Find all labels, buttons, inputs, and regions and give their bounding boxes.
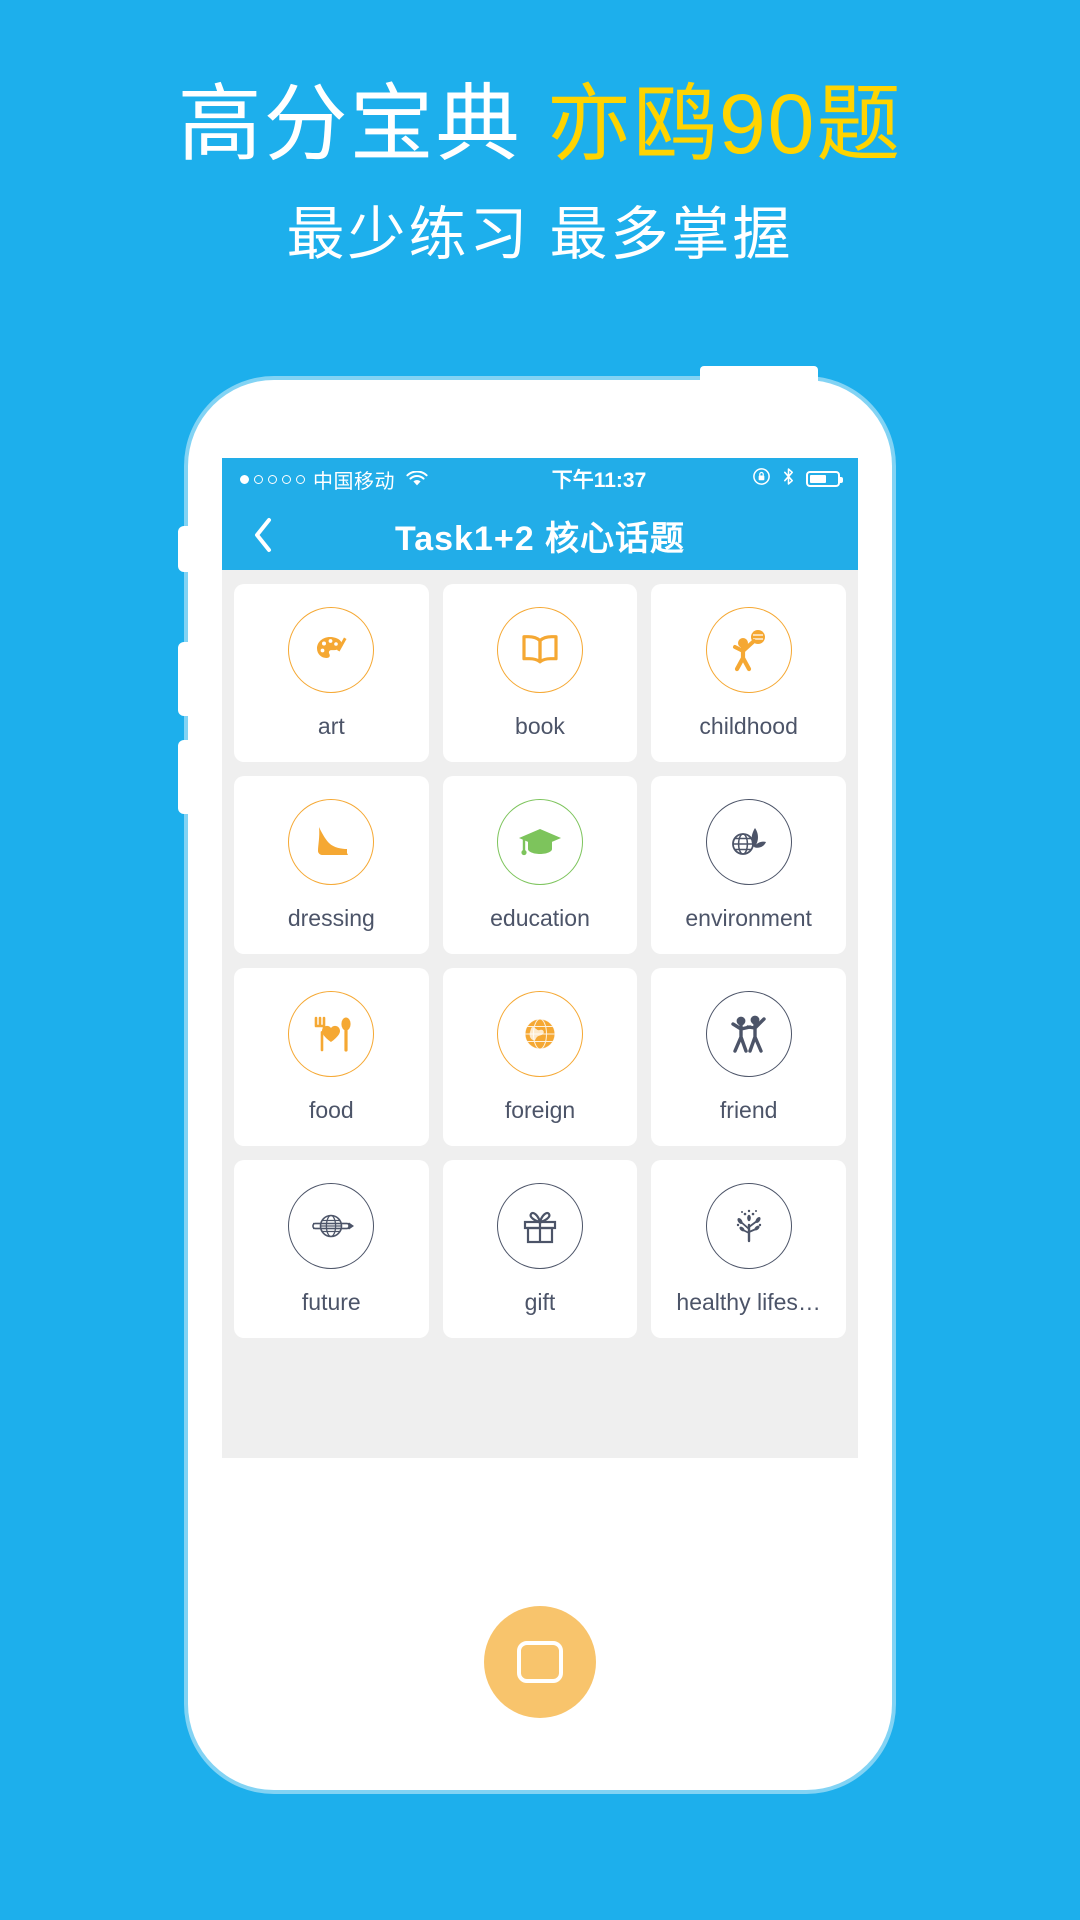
topic-label: childhood	[699, 713, 798, 739]
topic-label: education	[490, 905, 590, 931]
topic-tile-book[interactable]: book	[442, 584, 638, 762]
nav-bar: Task1+2 核心话题	[222, 500, 858, 570]
fork-heart-spoon-icon	[288, 991, 375, 1077]
topic-tile-childhood[interactable]: childhood	[651, 584, 846, 762]
topic-tile-gift[interactable]: gift	[442, 1160, 638, 1338]
promo-headline: 高分宝典 亦鸥90题	[0, 82, 1080, 166]
battery-icon	[806, 471, 843, 487]
phone-top-ledge	[700, 366, 818, 386]
topic-tile-art[interactable]: art	[234, 584, 429, 762]
promo-headline-accent: 亦鸥90题	[546, 77, 903, 171]
topic-label: foreign	[504, 1097, 576, 1123]
page-title: Task1+2 核心话题	[394, 519, 686, 558]
topic-tile-education[interactable]: education	[442, 776, 638, 954]
tree-sparkle-icon	[705, 1183, 792, 1269]
topic-label: future	[301, 1289, 361, 1315]
gift-box-icon	[496, 1183, 583, 1269]
status-bar: 中国移动 下午11:37	[222, 458, 858, 500]
topic-label: book	[515, 713, 565, 739]
rotation-lock-icon	[752, 467, 771, 492]
graduation-cap-icon	[496, 799, 583, 885]
chevron-left-icon	[255, 518, 271, 552]
topic-label: environment	[685, 905, 812, 931]
phone-volume-down-button	[178, 740, 190, 814]
topic-grid: art book childhood dressing education en…	[222, 570, 858, 1338]
topic-label: healthy lifes…	[676, 1289, 821, 1315]
phone-mute-switch	[178, 526, 190, 572]
topic-label: food	[308, 1097, 354, 1123]
globe-leaf-icon	[705, 799, 792, 885]
phone-volume-up-button	[178, 642, 190, 716]
two-friends-icon	[705, 991, 792, 1077]
topic-label: art	[317, 713, 345, 739]
wifi-icon	[406, 471, 428, 487]
topic-tile-future[interactable]: future	[234, 1160, 429, 1338]
child-ball-icon	[705, 607, 792, 693]
topic-label: gift	[524, 1289, 556, 1315]
topic-tile-foreign[interactable]: foreign	[442, 968, 638, 1146]
globe-ring-icon	[288, 1183, 375, 1269]
carrier-label: 中国移动	[313, 470, 395, 493]
promo-subhead: 最少练习 最多掌握	[286, 202, 794, 267]
home-button[interactable]	[484, 1606, 596, 1718]
topic-label: friend	[719, 1097, 778, 1123]
topic-label: dressing	[287, 905, 375, 931]
high-heel-icon	[288, 799, 375, 885]
promo-headline-white: 高分宝典	[177, 77, 522, 171]
promo-banner: 高分宝典 亦鸥90题 最少练习 最多掌握	[0, 0, 1080, 264]
phone-screen: 中国移动 下午11:37 Task1+2 核心话题 art book child…	[222, 458, 858, 1458]
signal-strength-icon	[240, 474, 305, 484]
status-bar-left: 中国移动	[240, 465, 428, 494]
globe-icon	[496, 991, 583, 1077]
topic-tile-healthy-lifestyle[interactable]: healthy lifes…	[651, 1160, 846, 1338]
phone-mockup: 中国移动 下午11:37 Task1+2 核心话题 art book child…	[178, 366, 892, 1790]
status-bar-right	[752, 467, 843, 492]
grid-bottom-edge	[222, 1444, 858, 1458]
back-button[interactable]	[248, 518, 278, 552]
topic-tile-friend[interactable]: friend	[651, 968, 846, 1146]
palette-icon	[288, 607, 375, 693]
topic-tile-dressing[interactable]: dressing	[234, 776, 429, 954]
topic-tile-food[interactable]: food	[234, 968, 429, 1146]
bluetooth-icon	[782, 467, 795, 492]
status-bar-time: 下午11:37	[551, 469, 647, 492]
topic-tile-environment[interactable]: environment	[651, 776, 846, 954]
home-square-icon	[517, 1641, 563, 1683]
open-book-icon	[496, 607, 583, 693]
